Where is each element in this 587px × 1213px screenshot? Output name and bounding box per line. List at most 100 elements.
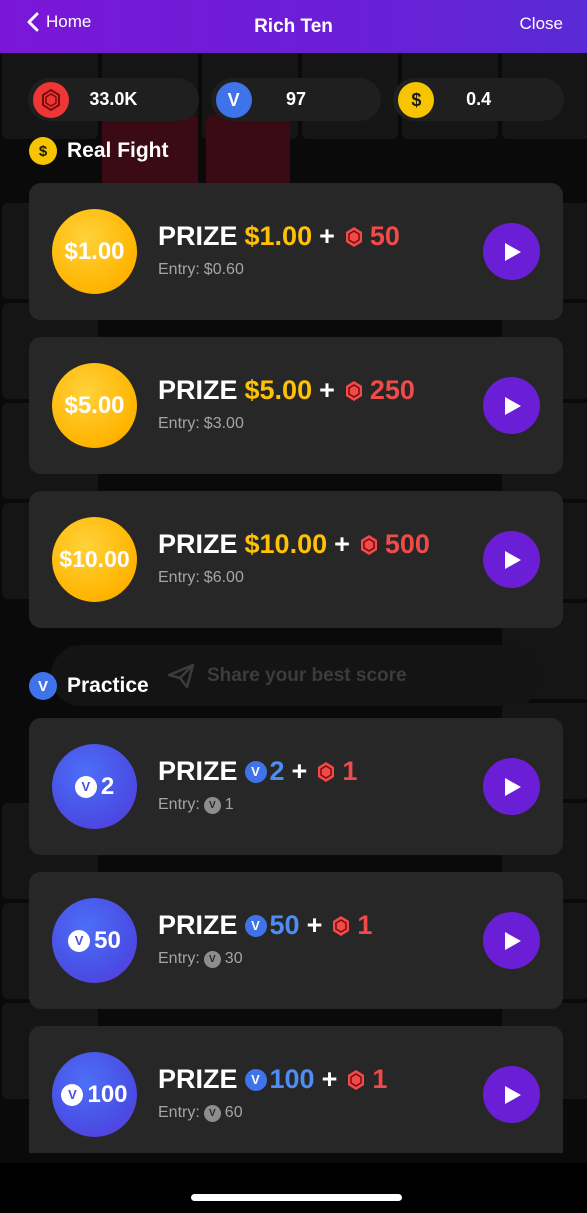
play-icon [505, 242, 521, 261]
prize-coin: $5.00 [52, 363, 137, 448]
prize-line: PRIZE V2 + 1 [158, 756, 357, 787]
home-indicator[interactable] [191, 1194, 402, 1201]
v-coin-icon: V [74, 775, 97, 798]
prize-line: PRIZE $10.00 + 500 [158, 529, 430, 560]
v-coin-icon: V [203, 950, 221, 968]
entry-fee: Entry: V 60 [158, 1104, 243, 1122]
play-button[interactable] [483, 758, 540, 815]
entry-label: Entry: [158, 796, 200, 813]
chevron-left-icon [27, 12, 39, 32]
prize-amount: 50 [269, 910, 300, 940]
real-fight-card-2[interactable]: $5.00 PRIZE $5.00 + 250 Entry: $3.00 [29, 337, 563, 474]
prize-label: PRIZE [158, 529, 238, 559]
entry-label: Entry: [158, 415, 200, 432]
play-icon [505, 1085, 521, 1104]
gem-reward: 250 [342, 375, 415, 406]
gem-reward: 50 [342, 221, 400, 252]
plus-sign: + [306, 910, 323, 940]
v-coin-icon: V [203, 1104, 221, 1122]
entry-fee: Entry: $3.00 [158, 415, 244, 433]
prize-coin: $10.00 [52, 517, 137, 602]
practice-card-3[interactable]: V 100 PRIZE V 100 + 1 Entry: V 60 [29, 1026, 563, 1153]
gem-icon [348, 1069, 365, 1090]
real-fight-card-1[interactable]: $1.00 PRIZE $1.00 + 50 Entry: $0.60 [29, 183, 563, 320]
entry-fee: Entry: V 1 [158, 796, 234, 814]
prize-amount: $10.00 [244, 529, 328, 559]
v-reward: V2 [244, 756, 285, 787]
gem-icon [360, 534, 377, 555]
dollar-coin-icon: $ [398, 82, 435, 118]
entry-label: Entry: [158, 950, 200, 967]
dollar-coin-icon: $ [29, 137, 57, 165]
real-fight-card-3[interactable]: $10.00 PRIZE $10.00 + 500 Entry: $6.00 [29, 491, 563, 628]
prize-coin: V 100 [52, 1052, 137, 1137]
close-button[interactable]: Close [520, 14, 563, 34]
practice-card-1[interactable]: V2 PRIZE V2 + 1 Entry: V 1 [29, 718, 563, 855]
section-title: Practice [67, 674, 149, 697]
play-button[interactable] [483, 223, 540, 280]
gem-balance-value: 33.0K [89, 89, 138, 109]
entry-fee: Entry: $6.00 [158, 569, 244, 587]
v-reward: V 100 [244, 1064, 315, 1095]
prize-label: PRIZE [158, 756, 238, 786]
plus-sign: + [319, 221, 335, 251]
entry-label: Entry: [158, 1104, 200, 1121]
play-button[interactable] [483, 1066, 540, 1123]
v-coin-icon: V [244, 914, 267, 937]
currency-stats: 33.0K V 97 $ 0.4 [28, 78, 565, 122]
gem-amount: 1 [372, 1064, 388, 1094]
entry-value: $3.00 [203, 415, 244, 432]
gem-amount: 250 [369, 375, 415, 405]
prize-line: PRIZE V 100 + 1 [158, 1064, 387, 1095]
play-button[interactable] [483, 912, 540, 969]
prize-coin: V 50 [52, 898, 137, 983]
play-button[interactable] [483, 531, 540, 588]
prize-label: PRIZE [158, 1064, 238, 1094]
send-icon [167, 663, 195, 688]
coin-value: 100 [87, 1080, 128, 1108]
back-label: Home [46, 12, 92, 31]
v-coin-icon: V [61, 1083, 84, 1106]
play-button[interactable] [483, 377, 540, 434]
gem-amount: 1 [357, 910, 373, 940]
gem-reward: 1 [314, 756, 357, 787]
prize-line: PRIZE $1.00 + 50 [158, 221, 400, 252]
practice-card-2[interactable]: V 50 PRIZE V 50 + 1 Entry: V 30 [29, 872, 563, 1009]
v-coin-icon: V [68, 929, 91, 952]
entry-value: 1 [224, 796, 234, 813]
gem-balance: 33.0K [28, 78, 199, 121]
practice-header: V Practice [29, 672, 149, 700]
dollar-balance: $ 0.4 [393, 78, 565, 121]
entry-label: Entry: [158, 261, 200, 278]
back-button[interactable]: Home [26, 12, 91, 32]
entry-fee: Entry: $0.60 [158, 261, 244, 279]
prize-label: PRIZE [158, 221, 238, 251]
prize-amount: $5.00 [244, 375, 313, 405]
entry-value: 30 [224, 950, 243, 967]
v-coin-icon: V [215, 82, 252, 118]
prize-line: PRIZE $5.00 + 250 [158, 375, 415, 406]
dollar-balance-value: 0.4 [466, 89, 492, 109]
play-icon [505, 931, 521, 950]
gem-icon [318, 761, 335, 782]
page-title: Rich Ten [254, 15, 333, 37]
entry-label: Entry: [158, 569, 200, 586]
gem-amount: 500 [384, 529, 430, 559]
gem-amount: 1 [342, 756, 358, 786]
v-coin-icon: V [29, 672, 57, 700]
plus-sign: + [319, 375, 335, 405]
prize-coin: $1.00 [52, 209, 137, 294]
nav-bar: Home Rich Ten Close [0, 0, 587, 53]
plus-sign: + [334, 529, 350, 559]
entry-value: $6.00 [203, 569, 244, 586]
prize-label: PRIZE [158, 375, 238, 405]
prize-amount: 100 [269, 1064, 315, 1094]
v-reward: V 50 [244, 910, 300, 941]
v-coin-balance-value: 97 [285, 89, 307, 109]
gem-reward: 500 [357, 529, 430, 560]
v-coin-icon: V [203, 796, 221, 814]
gem-icon [345, 226, 362, 247]
gem-amount: 50 [369, 221, 400, 251]
prize-label: PRIZE [158, 910, 238, 940]
prize-coin: V2 [52, 744, 137, 829]
